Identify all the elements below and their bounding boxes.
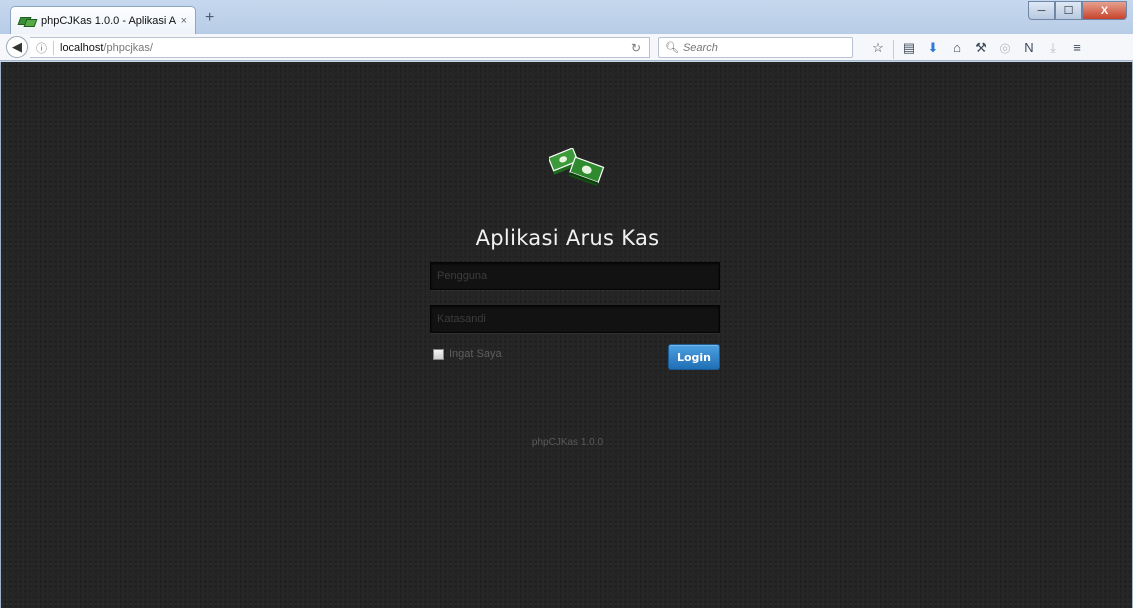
bookmark-star-icon[interactable]: ☆ [866, 38, 890, 57]
downloads-icon[interactable]: ⤓ [1041, 38, 1065, 57]
search-icon: 🔍︎ [665, 42, 679, 54]
browser-tab[interactable]: phpCJKas 1.0.0 - Aplikasi A... × [10, 6, 196, 34]
money-logo-icon [549, 148, 605, 187]
menu-icon[interactable]: ≡ [1065, 38, 1089, 57]
close-window-button[interactable]: X [1082, 1, 1127, 20]
minimize-button[interactable]: ─ [1028, 1, 1055, 20]
tools-icon[interactable]: ⚒ [969, 38, 993, 57]
address-bar-separator [53, 40, 54, 55]
login-button[interactable]: Login [668, 344, 720, 370]
download-arrow-icon[interactable]: ⬇ [921, 38, 945, 57]
address-bar[interactable]: ⓘ localhost /phpcjkas/ ↻ [30, 37, 650, 58]
reload-icon[interactable]: ↻ [631, 41, 641, 55]
browser-title-bar: phpCJKas 1.0.0 - Aplikasi A... × + ─ ☐ X [0, 0, 1133, 34]
circle-icon[interactable]: ◎ [993, 38, 1017, 57]
login-page: Aplikasi Arus Kas Ingat Saya Login phpCJ… [0, 62, 1133, 608]
toolbar-icons: ☆ ▤ ⬇ ⌂ ⚒ ◎ N ⤓ ≡ [866, 38, 1089, 61]
new-tab-button[interactable]: + [205, 9, 214, 27]
n-icon[interactable]: N [1017, 38, 1041, 57]
search-bar[interactable]: 🔍︎ [658, 37, 853, 58]
home-icon[interactable]: ⌂ [945, 38, 969, 57]
tab-title: phpCJKas 1.0.0 - Aplikasi A... [41, 14, 177, 27]
reading-list-icon[interactable]: ▤ [897, 38, 921, 57]
url-host: localhost [60, 41, 104, 54]
remember-label: Ingat Saya [449, 348, 502, 360]
app-title: Aplikasi Arus Kas [475, 226, 660, 250]
toolbar-separator [893, 40, 894, 59]
tab-close-icon[interactable]: × [181, 15, 187, 27]
back-arrow-icon: ◀ [12, 39, 22, 54]
window-controls: ─ ☐ X [1028, 1, 1127, 20]
url-path: /phpcjkas/ [103, 41, 153, 54]
password-input[interactable] [430, 305, 720, 333]
remember-checkbox[interactable] [433, 348, 444, 360]
remember-me[interactable]: Ingat Saya [433, 348, 502, 360]
search-input[interactable] [682, 41, 833, 54]
money-favicon-icon [19, 16, 35, 26]
maximize-button[interactable]: ☐ [1055, 1, 1082, 20]
back-button[interactable]: ◀ [6, 36, 28, 58]
site-info-icon[interactable]: ⓘ [36, 40, 47, 56]
username-input[interactable] [430, 262, 720, 290]
browser-nav-bar: ◀ ⓘ localhost /phpcjkas/ ↻ 🔍︎ ☆ ▤ ⬇ ⌂ ⚒ … [0, 34, 1133, 61]
version-footer: phpCJKas 1.0.0 [531, 437, 604, 448]
